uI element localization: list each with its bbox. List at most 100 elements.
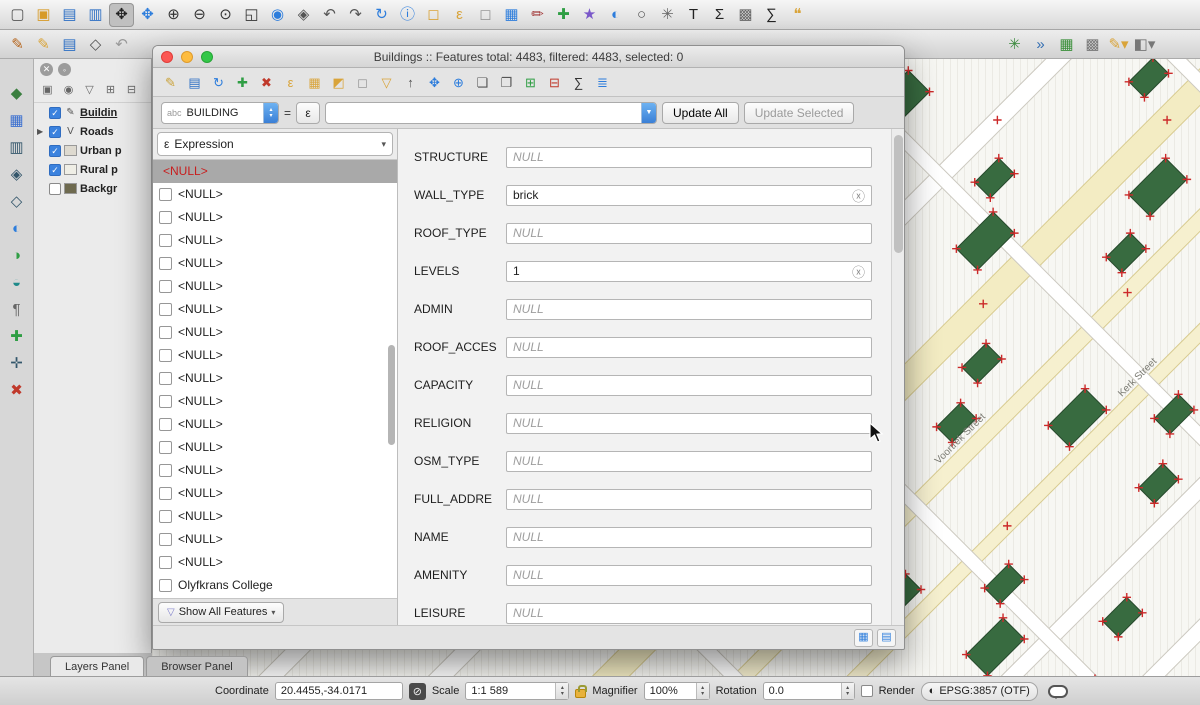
field-input[interactable]: NULL ⓧ	[506, 565, 872, 586]
feature-checkbox[interactable]	[159, 188, 172, 201]
form-scrollbar[interactable]	[891, 129, 904, 625]
close-window-icon[interactable]	[161, 51, 173, 63]
feature-checkbox[interactable]	[159, 556, 172, 569]
zoom-to-selection-icon[interactable]: ◉	[265, 3, 290, 27]
expression-builder-button[interactable]: ε	[296, 102, 320, 124]
feature-checkbox[interactable]	[159, 211, 172, 224]
refresh-icon[interactable]: ↻	[369, 3, 394, 27]
combo-stepper-icon[interactable]: ▴▾	[555, 683, 568, 699]
current-edits-icon[interactable]: ✎	[5, 32, 30, 56]
zoom-last-icon[interactable]: ↶	[317, 3, 342, 27]
feature-checkbox[interactable]	[159, 487, 172, 500]
messages-icon[interactable]	[1048, 685, 1068, 698]
raster-tools-icon[interactable]: ▩	[1080, 32, 1105, 56]
field-input[interactable]: 1 ⓧ	[506, 261, 872, 282]
feature-list-item[interactable]: <NULL>	[153, 206, 397, 229]
settings-icon[interactable]: ✳	[655, 3, 680, 27]
field-input[interactable]: NULL ⓧ	[506, 299, 872, 320]
render-checkbox[interactable]	[861, 685, 873, 697]
add-postgis-layer-icon[interactable]: ◇	[4, 189, 30, 213]
feature-list-item[interactable]: <NULL>	[153, 528, 397, 551]
node-tool-icon[interactable]: ◇	[83, 32, 108, 56]
field-input[interactable]: NULL ⓧ	[506, 489, 872, 510]
paste-features-icon[interactable]: ❐	[495, 71, 518, 93]
add-wcs-layer-icon[interactable]: ◑	[4, 243, 30, 267]
toggle-extents-icon[interactable]: ⊘	[409, 683, 426, 700]
feature-checkbox[interactable]	[159, 303, 172, 316]
expand-all-icon[interactable]: ⊞	[102, 82, 119, 98]
add-wms-layer-icon[interactable]: ◐	[4, 216, 30, 240]
show-bookmarks-icon[interactable]: ★	[577, 3, 602, 27]
combo-dropdown-icon[interactable]: ▼	[641, 103, 656, 123]
show-all-features-button[interactable]: ▽ Show All Features ▾	[158, 602, 284, 623]
feature-checkbox[interactable]	[159, 579, 172, 592]
layer-visibility-icon[interactable]: ◉	[60, 82, 77, 98]
list-scrollbar[interactable]	[388, 345, 395, 445]
spin-stepper-icon[interactable]: ▴▾	[841, 683, 854, 699]
field-select-combo[interactable]: abc BUILDING ▴▾	[161, 102, 279, 124]
plugin-manager-icon[interactable]: ✳	[1002, 32, 1027, 56]
save-project-as-icon[interactable]: ▥	[83, 3, 108, 27]
feature-checkbox[interactable]	[159, 441, 172, 454]
zoom-in-icon[interactable]: ⊕	[161, 3, 186, 27]
new-bookmark-icon[interactable]: ✚	[551, 3, 576, 27]
diagram-icon[interactable]: ◧▾	[1132, 32, 1157, 56]
feature-list-item[interactable]: Olyfkrans College	[153, 574, 397, 597]
raster-calculator-icon[interactable]: ▩	[733, 3, 758, 27]
python-console-icon[interactable]: »	[1028, 32, 1053, 56]
toggle-editing-icon[interactable]: ✎	[31, 32, 56, 56]
feature-checkbox[interactable]	[159, 395, 172, 408]
text-annotation-icon[interactable]: T	[681, 3, 706, 27]
identify-icon[interactable]: ⓘ	[395, 3, 420, 27]
save-layer-edits-icon[interactable]: ▤	[57, 32, 82, 56]
layer-checkbox[interactable]: ✓	[49, 126, 61, 138]
save-edits-icon[interactable]: ▤	[183, 71, 206, 93]
pan-to-selection-icon[interactable]: ✥	[135, 3, 160, 27]
expander-icon[interactable]: ▶	[37, 127, 46, 136]
feature-checkbox[interactable]	[159, 326, 172, 339]
layer-buildings[interactable]: ✓ ✎ Buildin	[34, 103, 151, 122]
field-input[interactable]: NULL ⓧ	[506, 223, 872, 244]
add-raster-layer-icon[interactable]: ▦	[4, 108, 30, 132]
zoom-full-icon[interactable]: ◱	[239, 3, 264, 27]
scale-lock-icon[interactable]	[575, 689, 586, 698]
feature-list-item[interactable]: <NULL>	[153, 321, 397, 344]
grass-tools-icon[interactable]: ▦	[1054, 32, 1079, 56]
select-all-icon[interactable]: ▦	[303, 71, 326, 93]
zoom-native-icon[interactable]: ⊙	[213, 3, 238, 27]
feature-list-item-selected[interactable]: <NULL>	[153, 160, 397, 183]
dialog-titlebar[interactable]: Buildings :: Features total: 4483, filte…	[153, 46, 904, 68]
field-input[interactable]: NULL ⓧ	[506, 375, 872, 396]
add-spatialite-layer-icon[interactable]: ◈	[4, 162, 30, 186]
zoom-out-icon[interactable]: ⊖	[187, 3, 212, 27]
feature-checkbox[interactable]	[159, 280, 172, 293]
map-tips-icon[interactable]: ❝	[785, 3, 810, 27]
sum-icon[interactable]: ∑	[759, 3, 784, 27]
layer-background[interactable]: Backgr	[34, 179, 151, 198]
feature-list-item[interactable]: <NULL>	[153, 413, 397, 436]
zoom-window-icon[interactable]	[201, 51, 213, 63]
feature-list-item[interactable]: <NULL>	[153, 436, 397, 459]
zoom-to-layer-icon[interactable]: ◈	[291, 3, 316, 27]
deselect-all-icon[interactable]: ◻	[351, 71, 374, 93]
feature-list-item[interactable]: <NULL>	[153, 367, 397, 390]
zoom-to-selection-icon[interactable]: ⊕	[447, 71, 470, 93]
field-input[interactable]: NULL ⓧ	[506, 413, 872, 434]
expression-filter-combo[interactable]: ε Expression ▾	[157, 132, 393, 156]
move-selection-top-icon[interactable]: ↑	[399, 71, 422, 93]
scale-combo[interactable]: 1:1 589 ▴▾	[465, 682, 569, 700]
dock-table-icon[interactable]: ≣	[591, 71, 614, 93]
new-field-icon[interactable]: ⊞	[519, 71, 542, 93]
delete-field-icon[interactable]: ⊟	[543, 71, 566, 93]
deselect-all-icon[interactable]: ◻	[473, 3, 498, 27]
update-all-button[interactable]: Update All	[662, 102, 739, 124]
feature-checkbox[interactable]	[159, 533, 172, 546]
reload-icon[interactable]: ↻	[207, 71, 230, 93]
layer-roads[interactable]: ▶ ✓ V Roads	[34, 122, 151, 141]
layer-checkbox[interactable]: ✓	[49, 107, 61, 119]
update-selected-button[interactable]: Update Selected	[744, 102, 855, 124]
spin-stepper-icon[interactable]: ▴▾	[696, 683, 709, 699]
feature-list-item[interactable]: Department of Labour Swellendam	[153, 597, 397, 598]
layer-checkbox[interactable]	[49, 183, 61, 195]
toggle-editing-icon[interactable]: ✎	[159, 71, 182, 93]
